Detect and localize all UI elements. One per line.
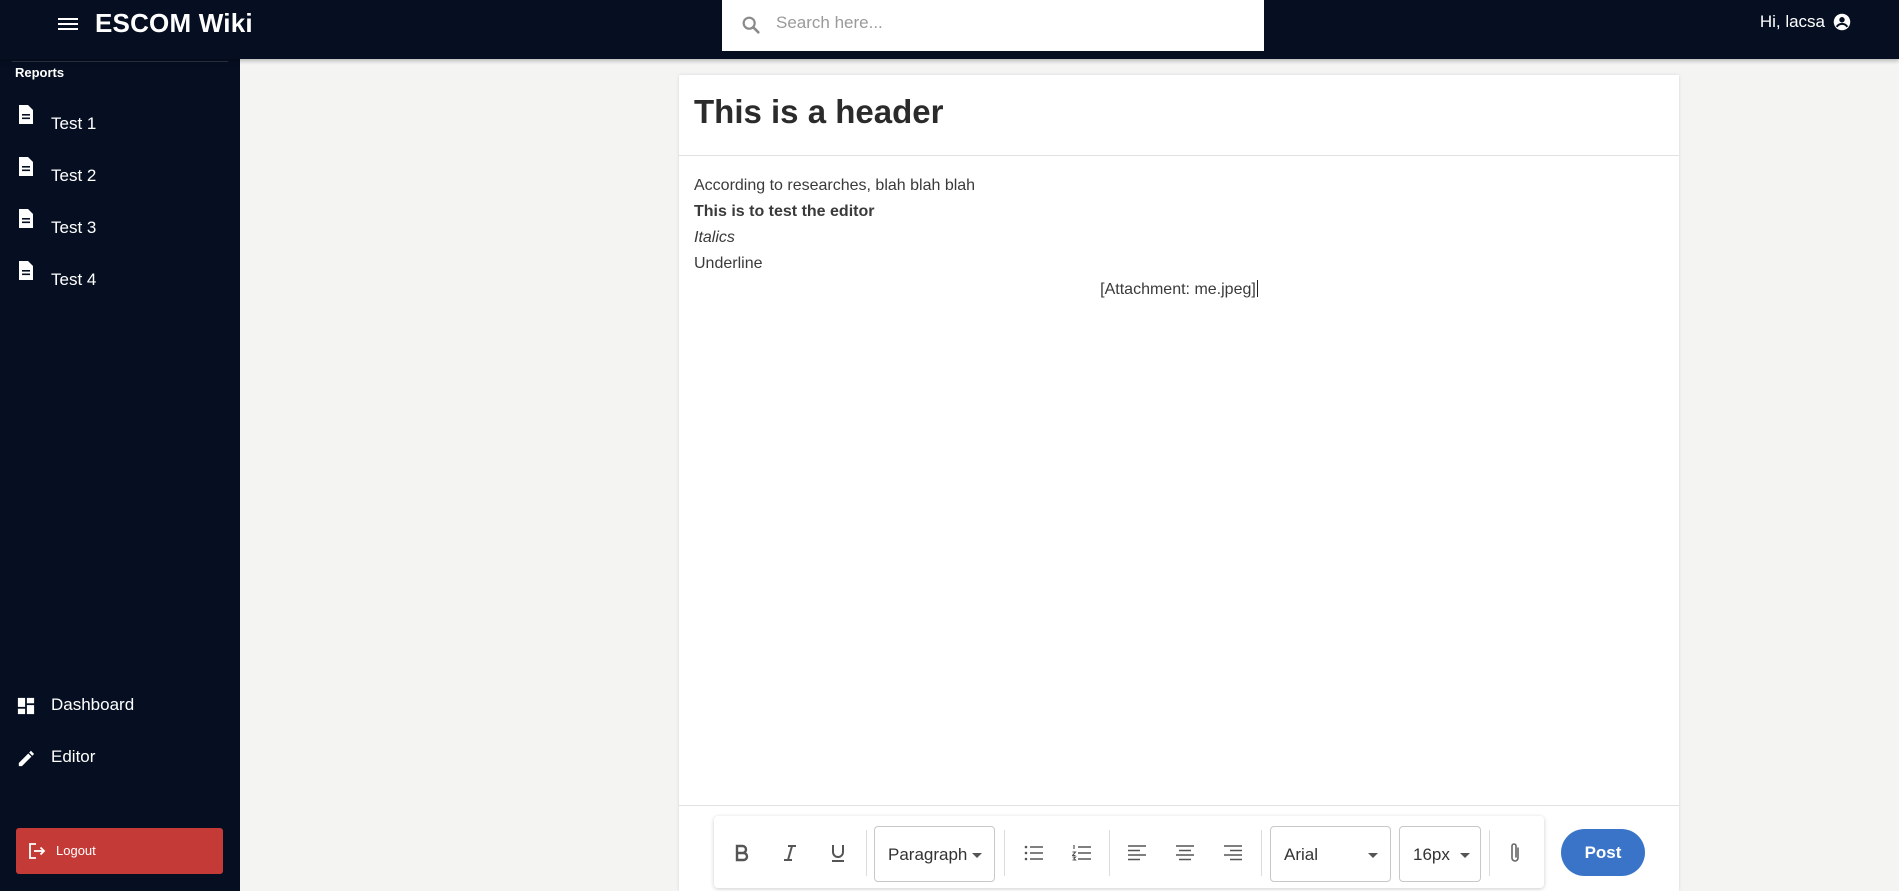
sidebar: Reports Test 1 Test 2 Test 3 Test 4 Dash… [0,59,240,891]
align-left-button[interactable] [1122,838,1152,868]
menu-icon[interactable] [54,13,82,35]
dashboard-icon [17,697,35,715]
bold-icon [735,844,749,862]
align-right-icon [1224,845,1242,861]
document-icon [19,157,33,176]
sidebar-item-dashboard[interactable]: Dashboard [0,685,240,725]
align-left-icon [1128,845,1146,861]
account-circle-icon [1833,13,1851,31]
sidebar-item-editor[interactable]: Editor [0,737,240,777]
document-icon [19,261,33,280]
sidebar-item-label: Test 3 [51,218,97,237]
text-line-italic: Italics [694,229,735,246]
text-line-underline: Underline [694,255,763,272]
underline-icon [832,845,844,862]
text-line-bold: This is to test the editor [694,203,875,220]
search-bar[interactable] [722,0,1264,51]
align-center-icon [1176,845,1194,861]
font-size-value: 16px [1413,845,1450,864]
document-title[interactable]: This is a header [694,93,943,131]
text-caret [1256,280,1258,297]
logout-label: Logout [56,843,96,858]
document-icon [19,209,33,228]
attachment-line: [Attachment: me.jpeg] [694,277,1664,303]
numbered-list-button[interactable] [1067,838,1097,868]
pencil-icon [18,750,35,767]
font-family-select[interactable]: Arial [1270,826,1391,882]
logout-button[interactable]: Logout [16,828,223,874]
document-icon [19,105,33,124]
post-button[interactable]: Post [1561,829,1645,876]
sidebar-item-label: Test 2 [51,166,97,185]
numbered-list-icon [1072,845,1091,861]
toolbar-separator [1261,830,1262,876]
align-right-button[interactable] [1218,838,1248,868]
toolbar-separator [1489,830,1490,876]
italic-icon [784,845,796,861]
underline-button[interactable] [823,838,853,868]
bulleted-list-button[interactable] [1019,838,1049,868]
title-divider [679,155,1679,156]
sidebar-item-label: Editor [51,747,96,766]
block-format-value: Paragraph [888,845,968,864]
toolbar-separator [866,830,867,876]
app-title: ESCOM Wiki [95,8,253,38]
search-input[interactable] [776,10,1246,36]
top-app-bar: ESCOM Wiki Hi, lacsa [0,0,1899,59]
chevron-down-icon [972,853,982,858]
user-greeting: Hi, lacsa [1759,12,1825,31]
sidebar-item-test-3[interactable]: Test 3 [0,208,240,248]
font-family-value: Arial [1284,845,1319,864]
sidebar-item-test-1[interactable]: Test 1 [0,104,240,144]
bulleted-list-icon [1024,845,1043,861]
attach-file-button[interactable] [1500,838,1530,868]
chevron-down-icon [1460,853,1470,858]
toolbar-separator [1109,830,1110,876]
sidebar-item-label: Test 1 [51,114,97,133]
sidebar-item-test-2[interactable]: Test 2 [0,156,240,196]
align-center-button[interactable] [1170,838,1200,868]
attachment-text: [Attachment: me.jpeg] [1100,281,1256,298]
editor-card: This is a header According to researches… [679,75,1679,891]
sidebar-item-label: Test 4 [51,270,97,289]
user-menu[interactable]: Hi, lacsa [1760,12,1851,32]
font-size-select[interactable]: 16px [1399,826,1481,882]
block-format-select[interactable]: Paragraph [874,826,995,882]
italic-button[interactable] [775,838,805,868]
bold-button[interactable] [727,838,757,868]
sidebar-section-label: Reports [15,65,65,80]
chevron-down-icon [1368,853,1378,858]
sidebar-divider [12,61,228,62]
text-line-normal: According to researches, blah blah blah [694,177,976,194]
formatting-toolbar: Paragraph Arial 16px [714,816,1544,888]
paperclip-icon [1511,843,1519,862]
editor-content[interactable]: According to researches, blah blah blah … [694,173,1664,303]
sidebar-item-label: Dashboard [51,695,135,714]
search-icon [742,16,760,34]
sidebar-item-test-4[interactable]: Test 4 [0,260,240,300]
toolbar-divider [679,805,1679,806]
logout-icon [29,843,46,859]
toolbar-separator [1004,830,1005,876]
